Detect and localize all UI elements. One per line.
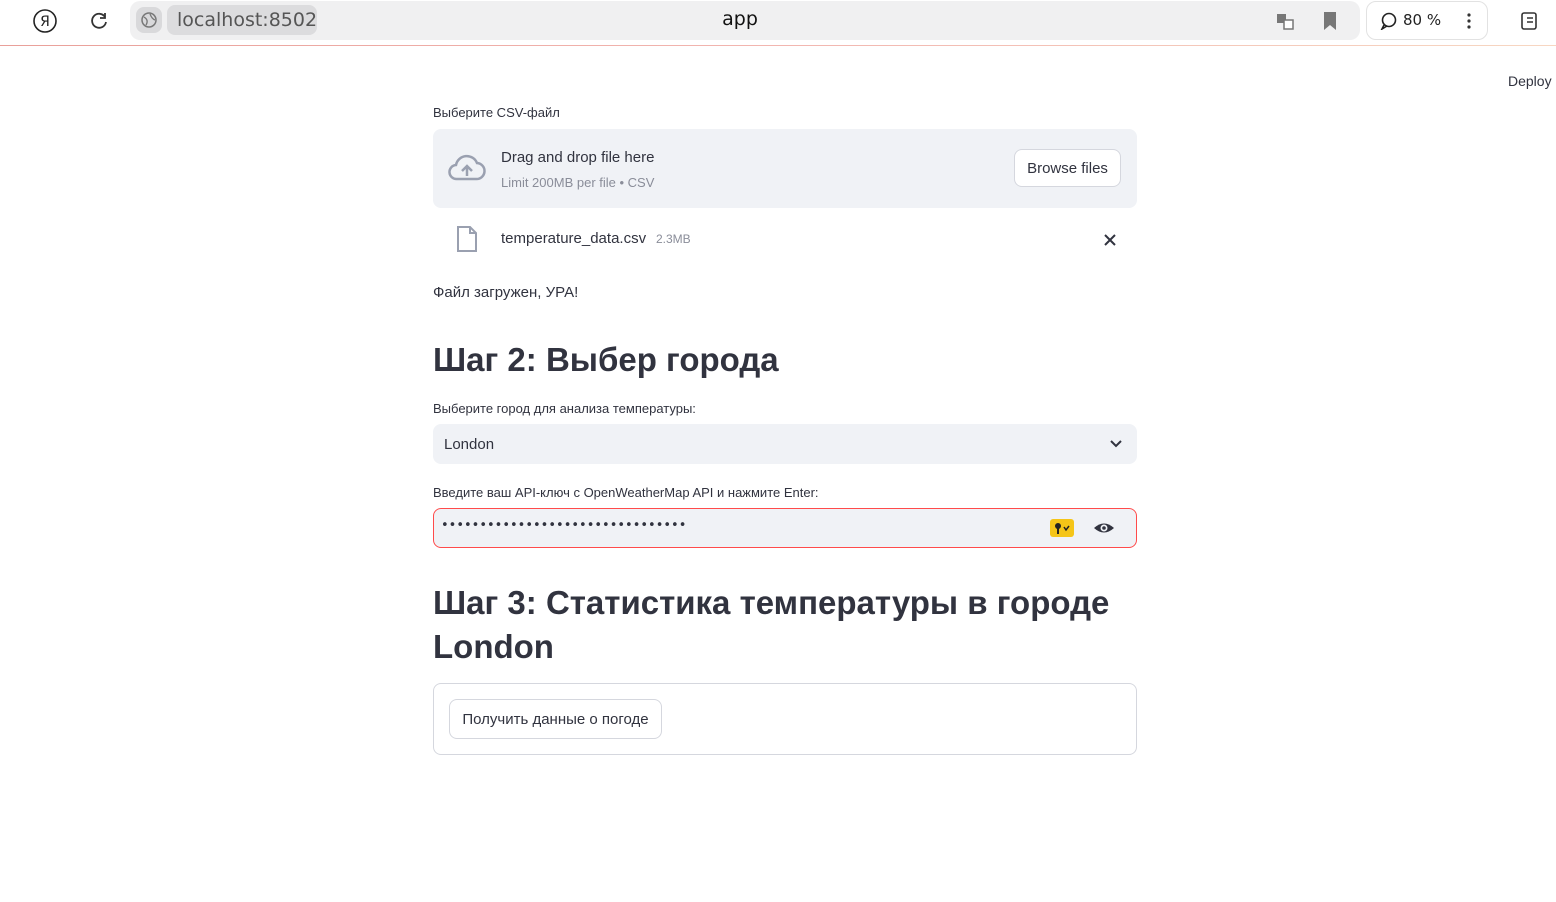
reload-icon[interactable] [84,6,114,36]
city-select-value: London [444,436,495,453]
toolbar-divider [0,45,1556,46]
uploaded-file-name: temperature_data.csv [501,230,647,247]
step3-heading-line1: Шаг 3: Статистика температуры в городе [433,584,1110,621]
api-key-label: Введите ваш API-ключ с OpenWeatherMap AP… [433,485,819,500]
sidebar-panel-icon[interactable] [1515,6,1545,36]
get-weather-button[interactable]: Получить данные о погоде [449,699,662,739]
globe-icon[interactable] [136,7,162,33]
yandex-logo-icon[interactable]: Я [30,6,60,36]
upload-label: Выберите CSV-файл [433,105,560,120]
step3-heading-line2: London [433,628,554,665]
page-title: app [722,8,758,30]
upload-success-text: Файл загружен, УРА! [433,284,579,301]
chevron-down-icon[interactable] [1108,437,1124,451]
eye-icon[interactable] [1093,519,1115,537]
uploaded-file-size: 2.3MB [656,232,691,246]
browser-toolbar: Я localhost:8502 app 80 % [0,0,1556,46]
step2-heading: Шаг 2: Выбер города [433,341,779,378]
city-select-label: Выберите город для анализа температуры: [433,401,696,416]
translate-icon[interactable] [1270,6,1300,36]
svg-text:Я: Я [40,14,50,30]
key-icon[interactable] [1050,519,1074,537]
dropzone-title: Drag and drop file here [501,149,655,166]
browse-files-button[interactable]: Browse files [1014,149,1121,187]
api-key-value: •••••••••••••••••••••••••••••••• [441,518,687,533]
deploy-button[interactable]: Deploy [1508,73,1552,89]
dropzone-limit: Limit 200MB per file • CSV [501,175,655,190]
cloud-upload-icon [447,152,487,186]
bookmark-icon[interactable] [1315,6,1345,36]
file-icon [456,225,478,253]
zoom-level: 80 % [1403,11,1442,29]
url-text[interactable]: localhost:8502 [167,5,317,35]
comment-icon[interactable] [1374,6,1404,36]
more-vertical-icon[interactable] [1454,6,1484,36]
close-icon[interactable] [1101,231,1119,249]
city-select[interactable] [433,424,1137,464]
